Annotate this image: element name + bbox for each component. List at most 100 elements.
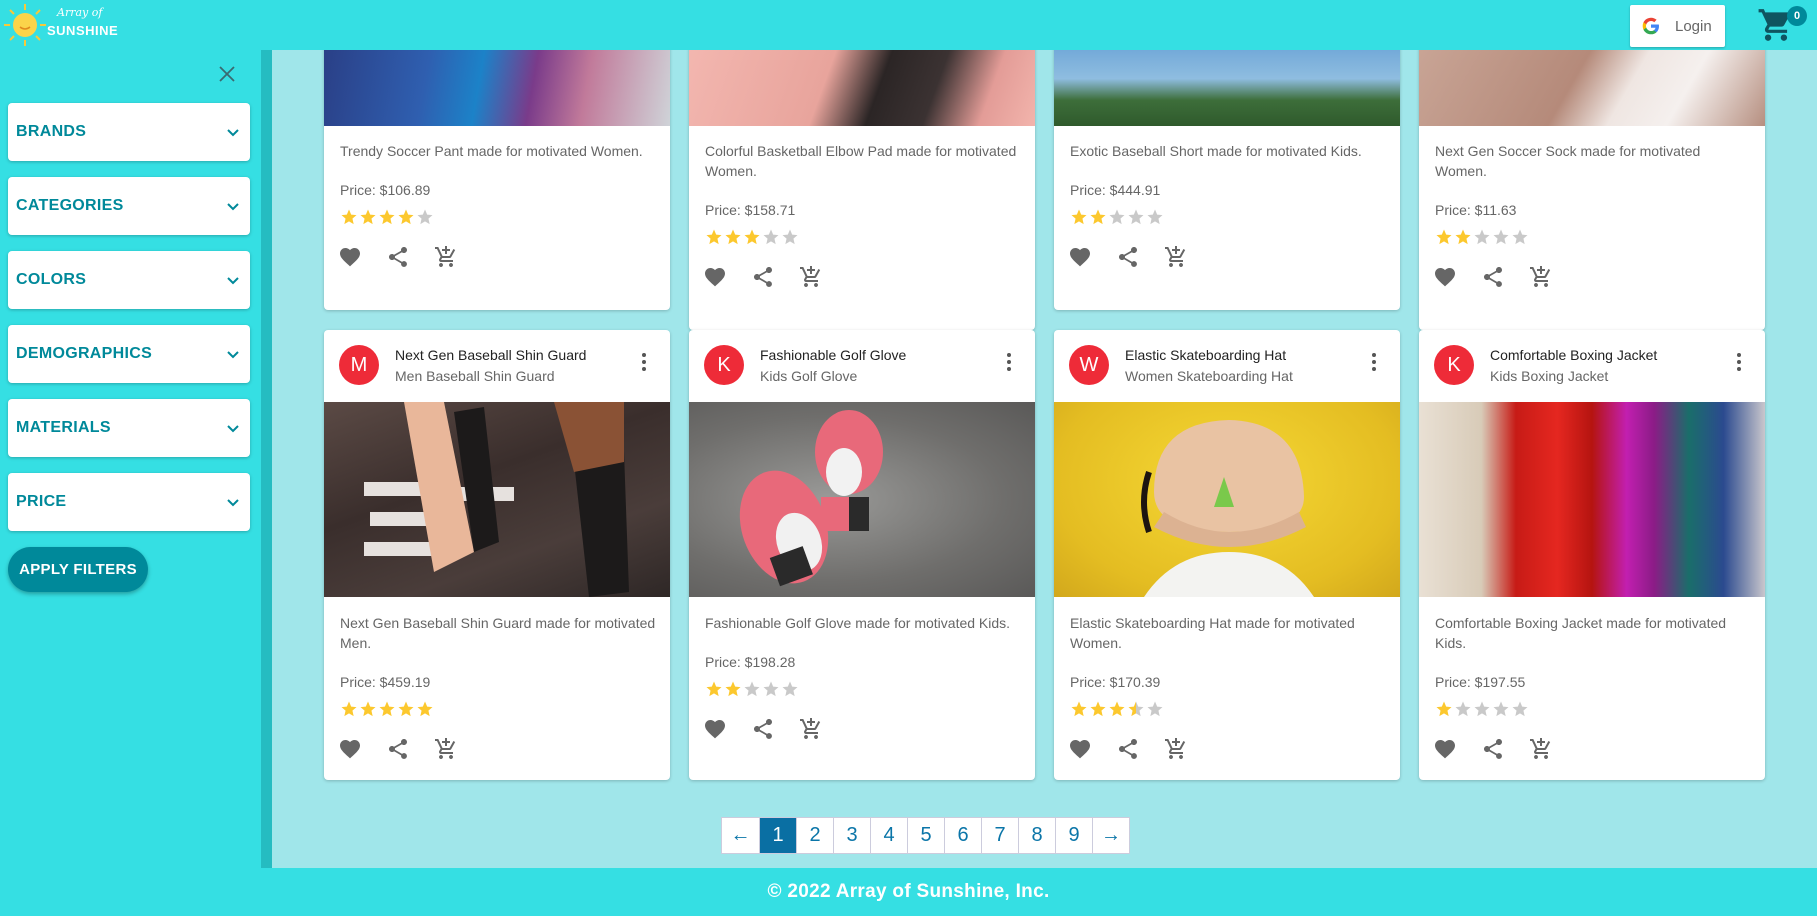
product-card[interactable]: W Elastic Skateboarding Hat Women Skateb… bbox=[1054, 330, 1400, 780]
page-1-button[interactable]: 1 bbox=[759, 818, 796, 853]
star-icon bbox=[1436, 701, 1452, 717]
favorite-icon[interactable] bbox=[1433, 737, 1457, 761]
product-image bbox=[689, 402, 1035, 597]
share-icon[interactable] bbox=[1481, 737, 1505, 761]
product-card[interactable]: Colorful Basketball Elbow Pad made for m… bbox=[689, 40, 1035, 330]
previous-page-button[interactable]: ← bbox=[722, 818, 759, 853]
star-icon bbox=[1090, 701, 1106, 717]
star-icon bbox=[398, 209, 414, 225]
google-icon bbox=[1642, 17, 1659, 35]
share-icon[interactable] bbox=[1481, 265, 1505, 289]
favorite-icon[interactable] bbox=[1433, 265, 1457, 289]
share-icon[interactable] bbox=[751, 717, 775, 741]
star-icon bbox=[1474, 229, 1490, 245]
star-icon bbox=[763, 229, 779, 245]
page-7-button[interactable]: 7 bbox=[981, 818, 1018, 853]
product-description: Next Gen Soccer Sock made for motivated … bbox=[1435, 143, 1701, 179]
add-to-cart-icon[interactable] bbox=[1529, 265, 1553, 289]
star-icon bbox=[744, 229, 760, 245]
add-to-cart-icon[interactable] bbox=[799, 717, 823, 741]
product-image bbox=[1419, 402, 1765, 597]
close-icon[interactable] bbox=[214, 62, 240, 86]
page-2-button[interactable]: 2 bbox=[796, 818, 833, 853]
star-icon bbox=[1128, 701, 1144, 717]
share-icon[interactable] bbox=[386, 245, 410, 269]
favorite-icon[interactable] bbox=[1068, 245, 1092, 269]
apply-filters-button[interactable]: APPLY FILTERS bbox=[8, 547, 148, 592]
product-card[interactable]: Next Gen Soccer Sock made for motivated … bbox=[1419, 40, 1765, 330]
brand-logo[interactable]: Array of SUNSHINE bbox=[3, 3, 118, 47]
filter-label: CATEGORIES bbox=[16, 197, 124, 214]
star-icon bbox=[744, 681, 760, 697]
favorite-icon[interactable] bbox=[1068, 737, 1092, 761]
star-icon bbox=[379, 701, 395, 717]
star-rating bbox=[1435, 700, 1529, 718]
product-subtitle: Kids Boxing Jacket bbox=[1490, 368, 1609, 384]
gloves-photo bbox=[739, 410, 883, 587]
product-image bbox=[1419, 40, 1765, 126]
add-to-cart-icon[interactable] bbox=[799, 265, 823, 289]
add-to-cart-icon[interactable] bbox=[1529, 737, 1553, 761]
share-icon[interactable] bbox=[386, 737, 410, 761]
add-to-cart-icon[interactable] bbox=[434, 245, 458, 269]
star-rating bbox=[705, 680, 799, 698]
product-price: Price: $158.71 bbox=[705, 202, 796, 218]
more-vert-icon[interactable] bbox=[1364, 350, 1384, 374]
card-actions bbox=[1068, 737, 1188, 765]
star-rating bbox=[340, 700, 434, 718]
share-icon[interactable] bbox=[1116, 737, 1140, 761]
filter-colors[interactable]: COLORS bbox=[8, 251, 250, 309]
page-4-button[interactable]: 4 bbox=[870, 818, 907, 853]
product-description: Fashionable Golf Glove made for motivate… bbox=[705, 615, 1011, 631]
product-card[interactable]: Trendy Soccer Pant made for motivated Wo… bbox=[324, 40, 670, 310]
product-card[interactable]: M Next Gen Baseball Shin Guard Men Baseb… bbox=[324, 330, 670, 780]
next-page-button[interactable]: → bbox=[1092, 818, 1129, 853]
favorite-icon[interactable] bbox=[703, 265, 727, 289]
share-icon[interactable] bbox=[1116, 245, 1140, 269]
page-6-button[interactable]: 6 bbox=[944, 818, 981, 853]
product-avatar: K bbox=[704, 345, 744, 385]
add-to-cart-icon[interactable] bbox=[1164, 245, 1188, 269]
filter-materials[interactable]: MATERIALS bbox=[8, 399, 250, 457]
page-5-button[interactable]: 5 bbox=[907, 818, 944, 853]
product-subtitle: Women Skateboarding Hat bbox=[1125, 368, 1293, 384]
add-to-cart-icon[interactable] bbox=[434, 737, 458, 761]
more-vert-icon[interactable] bbox=[999, 350, 1019, 374]
product-image bbox=[324, 402, 670, 597]
filter-demographics[interactable]: DEMOGRAPHICS bbox=[8, 325, 250, 383]
share-icon[interactable] bbox=[751, 265, 775, 289]
favorite-icon[interactable] bbox=[703, 717, 727, 741]
more-vert-icon[interactable] bbox=[1729, 350, 1749, 374]
star-icon bbox=[1512, 701, 1528, 717]
product-card[interactable]: K Fashionable Golf Glove Kids Golf Glove… bbox=[689, 330, 1035, 780]
star-icon bbox=[360, 209, 376, 225]
star-icon bbox=[706, 681, 722, 697]
favorite-icon[interactable] bbox=[338, 245, 362, 269]
product-subtitle: Kids Golf Glove bbox=[760, 368, 858, 384]
filter-price[interactable]: PRICE bbox=[8, 473, 250, 531]
product-subtitle: Men Baseball Shin Guard bbox=[395, 368, 555, 384]
product-price: Price: $444.91 bbox=[1070, 182, 1161, 198]
filter-brands[interactable]: BRANDS bbox=[8, 103, 250, 161]
product-price: Price: $197.55 bbox=[1435, 674, 1526, 690]
star-icon bbox=[1090, 209, 1106, 225]
chevron-down-icon bbox=[227, 203, 239, 211]
page-3-button[interactable]: 3 bbox=[833, 818, 870, 853]
star-icon bbox=[763, 681, 779, 697]
product-description: Trendy Soccer Pant made for motivated Wo… bbox=[340, 143, 643, 159]
google-login-button[interactable]: Login bbox=[1630, 5, 1725, 47]
favorite-icon[interactable] bbox=[338, 737, 362, 761]
add-to-cart-icon[interactable] bbox=[1164, 737, 1188, 761]
filter-categories[interactable]: CATEGORIES bbox=[8, 177, 250, 235]
page-9-button[interactable]: 9 bbox=[1055, 818, 1092, 853]
star-icon bbox=[782, 681, 798, 697]
product-card[interactable]: Exotic Baseball Short made for motivated… bbox=[1054, 40, 1400, 310]
filter-label: PRICE bbox=[16, 493, 67, 510]
page-8-button[interactable]: 8 bbox=[1018, 818, 1055, 853]
product-price: Price: $198.28 bbox=[705, 654, 796, 670]
product-description: Comfortable Boxing Jacket made for motiv… bbox=[1435, 615, 1727, 651]
shopping-cart-button[interactable]: 0 bbox=[1757, 4, 1807, 44]
more-vert-icon[interactable] bbox=[634, 350, 654, 374]
star-icon bbox=[1147, 701, 1163, 717]
product-card[interactable]: K Comfortable Boxing Jacket Kids Boxing … bbox=[1419, 330, 1765, 780]
